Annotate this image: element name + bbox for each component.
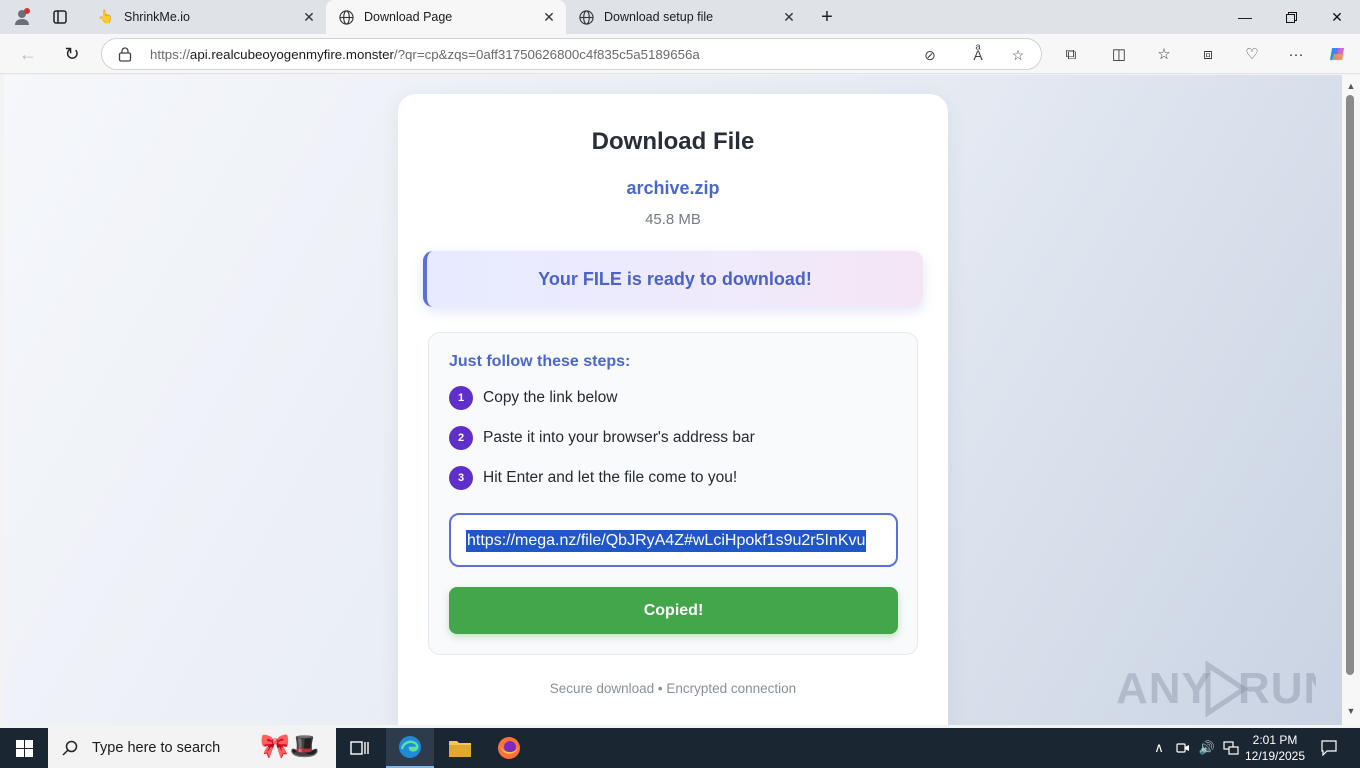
scroll-up-icon[interactable]: ▲ bbox=[1345, 81, 1357, 93]
meet-now-icon[interactable] bbox=[1172, 728, 1194, 768]
steps-title: Just follow these steps: bbox=[449, 353, 631, 370]
scroll-down-icon[interactable]: ▼ bbox=[1345, 706, 1357, 718]
anyrun-watermark: ANY RUN bbox=[1116, 655, 1335, 725]
download-card: Download File archive.zip 45.8 MB Your F… bbox=[398, 94, 948, 725]
edge-taskbar-icon[interactable] bbox=[386, 728, 434, 768]
profile-icon[interactable] bbox=[9, 5, 35, 29]
close-tab-icon[interactable]: ✕ bbox=[538, 6, 560, 28]
page-scrollbar[interactable]: ▲ ▼ bbox=[1342, 75, 1360, 725]
page-title: Download File bbox=[591, 128, 755, 155]
clock-date: 12/19/2025 bbox=[1244, 749, 1306, 763]
page-viewport: Download File archive.zip 45.8 MB Your F… bbox=[4, 75, 1342, 725]
tab-shrinkme[interactable]: 👆 ShrinkMe.io ✕ bbox=[86, 0, 326, 34]
split-screen-icon[interactable]: ◫ bbox=[1107, 43, 1131, 65]
scroll-thumb[interactable] bbox=[1346, 95, 1354, 675]
url-host: api.realcubeoyogenmyfire.monster bbox=[189, 47, 394, 62]
volume-icon[interactable]: 🔊 bbox=[1196, 728, 1218, 768]
windows-start-icon[interactable] bbox=[0, 728, 48, 768]
step-number-badge: 2 bbox=[449, 426, 473, 450]
close-tab-icon[interactable]: ✕ bbox=[778, 6, 800, 28]
svg-text:RUN: RUN bbox=[1238, 664, 1316, 713]
clock-time: 2:01 PM bbox=[1252, 733, 1298, 747]
restore-icon[interactable] bbox=[1268, 0, 1314, 34]
tab-actions-icon[interactable] bbox=[47, 5, 73, 29]
search-highlight-icon: 🎀🎩 bbox=[260, 733, 320, 760]
ready-banner: Your FILE is ready to download! bbox=[423, 251, 923, 307]
close-window-icon[interactable]: ✕ bbox=[1314, 0, 1360, 34]
collections-icon[interactable]: ⧈ bbox=[1196, 43, 1220, 65]
security-note: Secure download • Encrypted connection bbox=[549, 681, 797, 696]
shrinkme-hand-icon: 👆 bbox=[97, 9, 115, 24]
settings-more-icon[interactable]: ··· bbox=[1284, 43, 1308, 65]
url-prefix: https:// bbox=[150, 47, 190, 62]
windows-taskbar: Type here to search 🎀🎩 ∧ 🔊 2:01 PM 12/19… bbox=[0, 728, 1360, 768]
close-tab-icon[interactable]: ✕ bbox=[298, 6, 320, 28]
read-aloud-icon[interactable]: Aͣ bbox=[968, 45, 988, 65]
copy-link-button[interactable]: Copied! bbox=[449, 587, 898, 634]
tab-download-setup[interactable]: Download setup file ✕ bbox=[566, 0, 806, 34]
download-link-field[interactable]: https://mega.nz/file/QbJRyA4Z#wLciHpokf1… bbox=[449, 513, 898, 567]
notifications-icon[interactable] bbox=[1316, 728, 1342, 768]
step-text: Hit Enter and let the file come to you! bbox=[483, 469, 738, 486]
step-item: 1 Copy the link below bbox=[449, 386, 617, 410]
task-view-icon[interactable] bbox=[336, 728, 384, 768]
tab-title: Download setup file bbox=[604, 10, 714, 24]
tab-title: ShrinkMe.io bbox=[124, 10, 190, 24]
minimize-icon[interactable]: — bbox=[1222, 0, 1268, 34]
favorite-star-icon[interactable]: ☆ bbox=[1008, 45, 1028, 65]
file-size: 45.8 MB bbox=[645, 211, 701, 228]
globe-icon bbox=[578, 9, 594, 25]
steps-panel: Just follow these steps: 1 Copy the link… bbox=[428, 332, 918, 655]
file-name: archive.zip bbox=[626, 178, 720, 198]
favorites-icon[interactable]: ☆ bbox=[1152, 43, 1176, 65]
anyrun-logo-icon: ANY RUN bbox=[1116, 660, 1335, 718]
refresh-icon[interactable]: ↻ bbox=[57, 40, 87, 68]
download-link-text[interactable]: https://mega.nz/file/QbJRyA4Z#wLciHpokf1… bbox=[466, 530, 867, 552]
step-item: 2 Paste it into your browser's address b… bbox=[449, 426, 755, 450]
browser-essentials-icon[interactable]: ♡ bbox=[1240, 43, 1264, 65]
firefox-icon[interactable] bbox=[485, 728, 533, 768]
new-tab-icon[interactable]: + bbox=[814, 5, 840, 29]
back-icon[interactable]: ← bbox=[13, 40, 43, 68]
step-number-badge: 1 bbox=[449, 386, 473, 410]
taskbar-clock[interactable]: 2:01 PM 12/19/2025 bbox=[1240, 732, 1310, 764]
lock-icon[interactable] bbox=[118, 46, 134, 62]
step-text: Paste it into your browser's address bar bbox=[483, 429, 755, 446]
copilot-icon[interactable] bbox=[1326, 43, 1350, 65]
file-explorer-icon[interactable] bbox=[436, 728, 484, 768]
globe-icon bbox=[338, 9, 354, 25]
svg-text:ANY: ANY bbox=[1116, 664, 1212, 713]
url-path: /?qr=cp&zqs=0aff31750626800c4f835c5a5189… bbox=[393, 47, 700, 62]
tab-title: Download Page bbox=[364, 10, 453, 24]
tab-download-page[interactable]: Download Page ✕ bbox=[326, 0, 566, 34]
extensions-icon[interactable]: ⧉ bbox=[1059, 43, 1083, 65]
search-icon bbox=[62, 740, 78, 756]
address-bar[interactable]: https://api.realcubeoyogenmyfire.monster… bbox=[101, 38, 1042, 70]
tracking-prevention-icon[interactable]: ⊘ bbox=[920, 45, 940, 65]
search-placeholder: Type here to search bbox=[92, 740, 221, 756]
browser-titlebar: 👆 ShrinkMe.io ✕ Download Page ✕ Download… bbox=[0, 0, 1360, 34]
taskbar-search-box[interactable]: Type here to search 🎀🎩 bbox=[48, 728, 336, 768]
show-hidden-icons-icon[interactable]: ∧ bbox=[1148, 728, 1170, 768]
step-item: 3 Hit Enter and let the file come to you… bbox=[449, 466, 737, 490]
browser-toolbar: ← ↻ https://api.realcubeoyogenmyfire.mon… bbox=[0, 34, 1360, 74]
step-text: Copy the link below bbox=[483, 389, 618, 406]
network-icon[interactable] bbox=[1220, 728, 1242, 768]
step-number-badge: 3 bbox=[449, 466, 473, 490]
url-text: https://api.realcubeoyogenmyfire.monster… bbox=[150, 47, 700, 62]
